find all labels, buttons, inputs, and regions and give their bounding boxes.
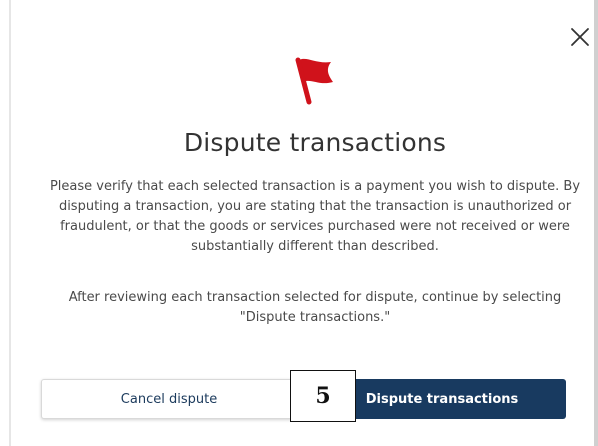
scrollbar-edge (594, 0, 598, 446)
dialog-instruction: After reviewing each transaction selecte… (68, 290, 562, 325)
cancel-dispute-button[interactable]: Cancel dispute (41, 379, 297, 419)
close-icon (571, 28, 589, 46)
flag-icon (295, 56, 335, 108)
close-button[interactable] (569, 26, 591, 48)
dialog-description: Please verify that each selected transac… (49, 179, 581, 254)
dispute-transactions-label: Dispute transactions (365, 391, 519, 407)
step-number-marker: 5 (290, 370, 356, 422)
dialog-title: Dispute transactions (183, 128, 447, 157)
